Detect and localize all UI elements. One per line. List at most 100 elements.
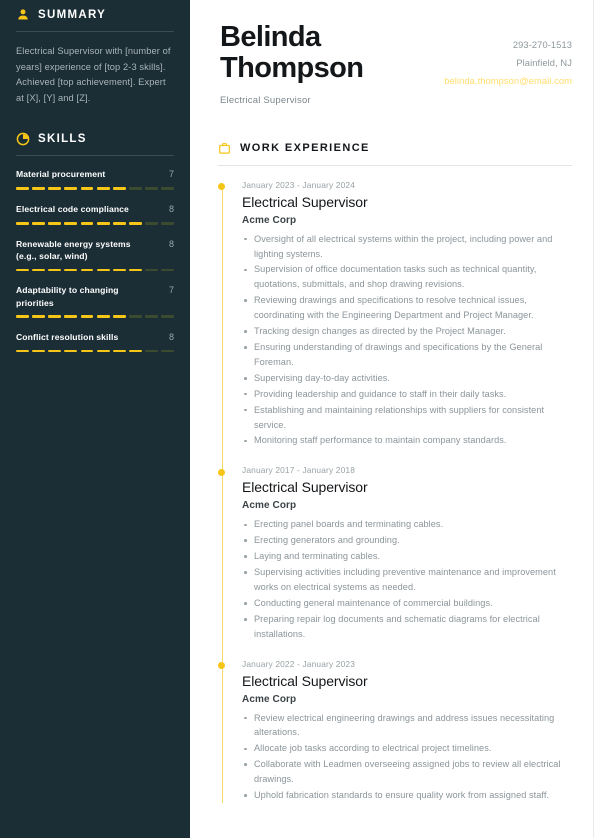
skills-title: SKILLS — [38, 133, 87, 146]
skill-bar-segment — [32, 349, 46, 353]
job-company: Acme Corp — [242, 214, 297, 226]
skill-bar-segment — [128, 268, 142, 272]
skill-meter-icon — [16, 132, 30, 146]
timeline-line — [221, 184, 223, 803]
skill-rating-bar — [16, 222, 175, 225]
skill-bar-segment — [16, 315, 29, 318]
skill-row: Material procurement 7 — [16, 168, 174, 181]
skill-bar-segment — [80, 349, 94, 353]
job-bullet: Providing leadership and guidance to sta… — [242, 387, 572, 402]
skill-bar-segment — [16, 268, 29, 272]
timeline-dot-icon — [218, 183, 225, 191]
skill-bar-segment — [64, 315, 78, 318]
skill-item: Conflict resolution skills 8 — [16, 331, 175, 353]
job-title: Electrical Supervisor — [242, 672, 368, 689]
skills-divider — [16, 155, 174, 157]
skill-bar-segment — [145, 187, 158, 191]
skill-bar-segment — [161, 349, 175, 353]
skill-bar-segment — [16, 349, 29, 353]
skill-name: Conflict resolution skills — [16, 331, 119, 342]
skill-bar-segment — [64, 349, 78, 353]
skill-bar-segment — [112, 187, 126, 191]
skill-row: Adaptability to changing priorities 7 — [16, 284, 174, 309]
job-responsibilities: Erecting panel boards and terminating ca… — [242, 517, 572, 641]
contact-block: 293-270-1513 Plainfield, NJ belinda.thom… — [444, 22, 572, 90]
resume-page: SUMMARY Electrical Supervisor with [numb… — [0, 0, 594, 838]
timeline-dot-icon — [218, 468, 225, 476]
skill-score: 8 — [168, 331, 174, 342]
job-title: Electrical Supervisor — [242, 193, 368, 210]
summary-heading: SUMMARY — [16, 8, 174, 22]
skill-name: Material procurement — [16, 169, 106, 180]
skill-bar-segment — [32, 222, 46, 225]
skill-bar-segment — [145, 315, 158, 318]
job-company: Acme Corp — [242, 693, 297, 705]
job-bullet: Establishing and maintaining relationshi… — [242, 403, 572, 433]
job-bullet: Allocate job tasks according to electric… — [242, 741, 572, 756]
skill-score: 8 — [168, 204, 174, 215]
summary-divider — [16, 31, 174, 32]
name-block: Belinda Thompson Electrical Supervisor — [210, 21, 364, 105]
skill-bar-segment — [64, 268, 78, 272]
sidebar-section-summary: SUMMARY Electrical Supervisor with [numb… — [16, 8, 174, 106]
experience-item: January 2022 - January 2023 Electrical Su… — [218, 658, 572, 803]
job-bullet: Conducting general maintenance of commer… — [242, 596, 572, 611]
sidebar-section-skills: SKILLS Material procurement 7 Electrical c… — [16, 132, 175, 353]
job-dates: January 2022 - January 2023 — [242, 658, 355, 669]
skill-bar-segment — [80, 187, 94, 191]
job-responsibilities: Oversight of all electrical systems with… — [242, 232, 572, 449]
contact-email[interactable]: belinda.thompson@email.com — [444, 72, 572, 90]
skill-bar-segment — [145, 268, 158, 272]
job-bullet: Review electrical engineering drawings a… — [242, 711, 572, 741]
skill-row: Electrical code compliance 8 — [16, 203, 174, 216]
skill-bar-segment — [145, 349, 158, 353]
skill-bar-segment — [32, 268, 46, 272]
skill-bar-segment — [64, 222, 78, 225]
skill-bar-segment — [64, 187, 78, 191]
work-experience-heading: WORK EXPERIENCE — [210, 142, 572, 155]
skill-bar-segment — [128, 349, 142, 353]
skill-item: Material procurement 7 — [16, 168, 175, 191]
skill-bar-segment — [48, 315, 62, 318]
skill-rating-bar — [16, 187, 175, 191]
skill-name: Adaptability to changing priorities — [16, 285, 119, 308]
skill-bar-segment — [161, 222, 175, 225]
skill-bar-segment — [96, 349, 110, 353]
contact-phone: 293-270-1513 — [512, 40, 572, 50]
skill-bar-segment — [112, 268, 126, 272]
last-name: Thompson — [220, 52, 364, 85]
job-dates: January 2023 - January 2024 — [242, 179, 355, 190]
job-bullet: Supervision of office documentation task… — [242, 262, 572, 292]
skill-row: Conflict resolution skills 8 — [16, 331, 174, 344]
job-responsibilities: Review electrical engineering drawings a… — [242, 711, 572, 803]
skill-bar-segment — [112, 315, 126, 318]
summary-title: SUMMARY — [38, 9, 107, 21]
skill-bar-segment — [112, 349, 126, 353]
job-company: Acme Corp — [242, 500, 297, 512]
skill-name: Electrical code compliance — [16, 204, 129, 215]
skill-bar-segment — [96, 187, 110, 191]
job-bullet: Supervising day-to-day activities. — [242, 371, 572, 386]
experience-item: January 2017 - January 2018 Electrical Su… — [218, 465, 572, 641]
experience-item: January 2023 - January 2024 Electrical Su… — [218, 179, 572, 449]
work-experience-divider — [218, 164, 572, 166]
person-icon — [16, 8, 30, 22]
job-bullet: Laying and terminating cables. — [242, 549, 572, 564]
job-bullet: Uphold fabrication standards to ensure q… — [242, 788, 572, 803]
jobs-list: January 2023 - January 2024 Electrical Su… — [218, 179, 572, 803]
briefcase-icon — [218, 142, 231, 155]
summary-text: Electrical Supervisor with [number of ye… — [16, 46, 171, 103]
skill-row: Renewable energy systems (e.g., solar, w… — [16, 238, 174, 263]
skill-bar-segment — [48, 349, 62, 353]
skill-bar-segment — [96, 315, 110, 318]
skill-bar-segment — [80, 222, 94, 225]
resume-header: Belinda Thompson Electrical Supervisor 2… — [210, 21, 572, 105]
timeline-dot-icon — [218, 662, 225, 670]
job-bullet: Oversight of all electrical systems with… — [242, 232, 572, 262]
skill-bar-segment — [48, 187, 62, 191]
skill-bar-segment — [32, 315, 46, 318]
skill-bar-segment — [161, 268, 175, 272]
job-bullet: Supervising activities including prevent… — [242, 565, 572, 595]
job-bullet: Preparing repair log documents and schem… — [242, 612, 572, 642]
experience-timeline: January 2023 - January 2024 Electrical Su… — [218, 180, 572, 803]
